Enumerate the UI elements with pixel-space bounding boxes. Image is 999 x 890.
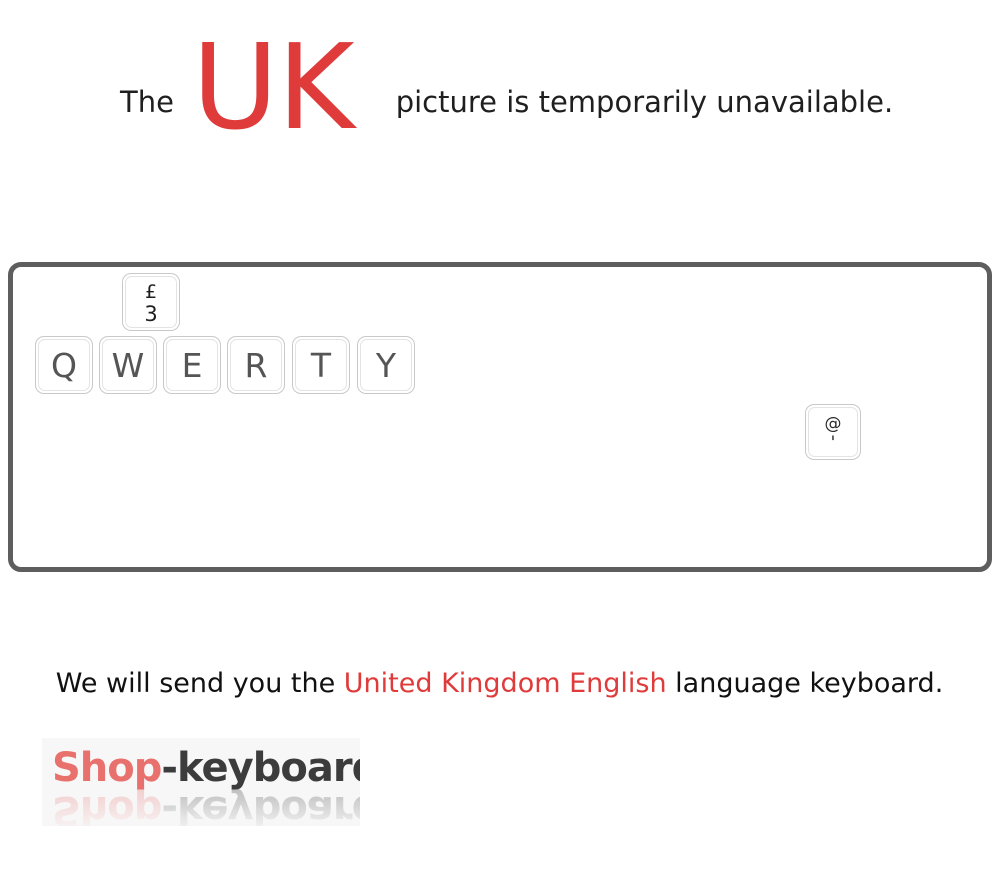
key-glyph-top: £ xyxy=(144,281,158,303)
key-label: Y xyxy=(375,345,397,385)
key-glyph-bottom: 3 xyxy=(144,302,158,326)
site-logo[interactable]: Shop-keyboards Shop-keyboards xyxy=(42,738,360,826)
key-3-pound[interactable]: £ 3 xyxy=(122,273,180,331)
notice-prefix: The xyxy=(120,85,174,119)
shipping-note: We will send you the United Kingdom Engl… xyxy=(0,668,999,699)
logo-reflection-keyboards: -keyboards xyxy=(161,787,360,826)
key-label: T xyxy=(310,345,332,385)
key-label: Q xyxy=(51,345,77,385)
unavailable-notice: The UK picture is temporarily unavailabl… xyxy=(0,28,999,168)
logo-reflection: Shop-keyboards xyxy=(52,787,360,826)
key-label: W xyxy=(111,345,145,385)
key-w[interactable]: W xyxy=(99,336,157,394)
key-y[interactable]: Y xyxy=(357,336,415,394)
shipping-note-prefix: We will send you the xyxy=(55,668,344,699)
key-t[interactable]: T xyxy=(292,336,350,394)
key-label: R xyxy=(244,345,268,385)
key-r[interactable]: R xyxy=(227,336,285,394)
key-apostrophe-at[interactable]: @ ' xyxy=(805,404,861,460)
key-glyph-bottom: ' xyxy=(830,432,836,453)
key-glyph-top: @ xyxy=(824,413,842,434)
keyboard-diagram: £ 3 Q W E R T Y @ ' xyxy=(8,262,992,572)
key-q[interactable]: Q xyxy=(35,336,93,394)
shipping-note-language: United Kingdom English xyxy=(343,668,667,699)
key-label: E xyxy=(181,345,203,385)
logo-reflection-shop: Shop xyxy=(52,787,162,826)
notice-suffix: picture is temporarily unavailable. xyxy=(395,85,894,119)
logo-word-shop: Shop xyxy=(52,745,162,791)
logo-word-keyboards: -keyboards xyxy=(161,745,360,791)
key-e[interactable]: E xyxy=(163,336,221,394)
shipping-note-suffix: language keyboard. xyxy=(666,668,944,699)
logo-wordmark: Shop-keyboards xyxy=(52,746,360,790)
country-code-label: UK xyxy=(191,18,355,156)
